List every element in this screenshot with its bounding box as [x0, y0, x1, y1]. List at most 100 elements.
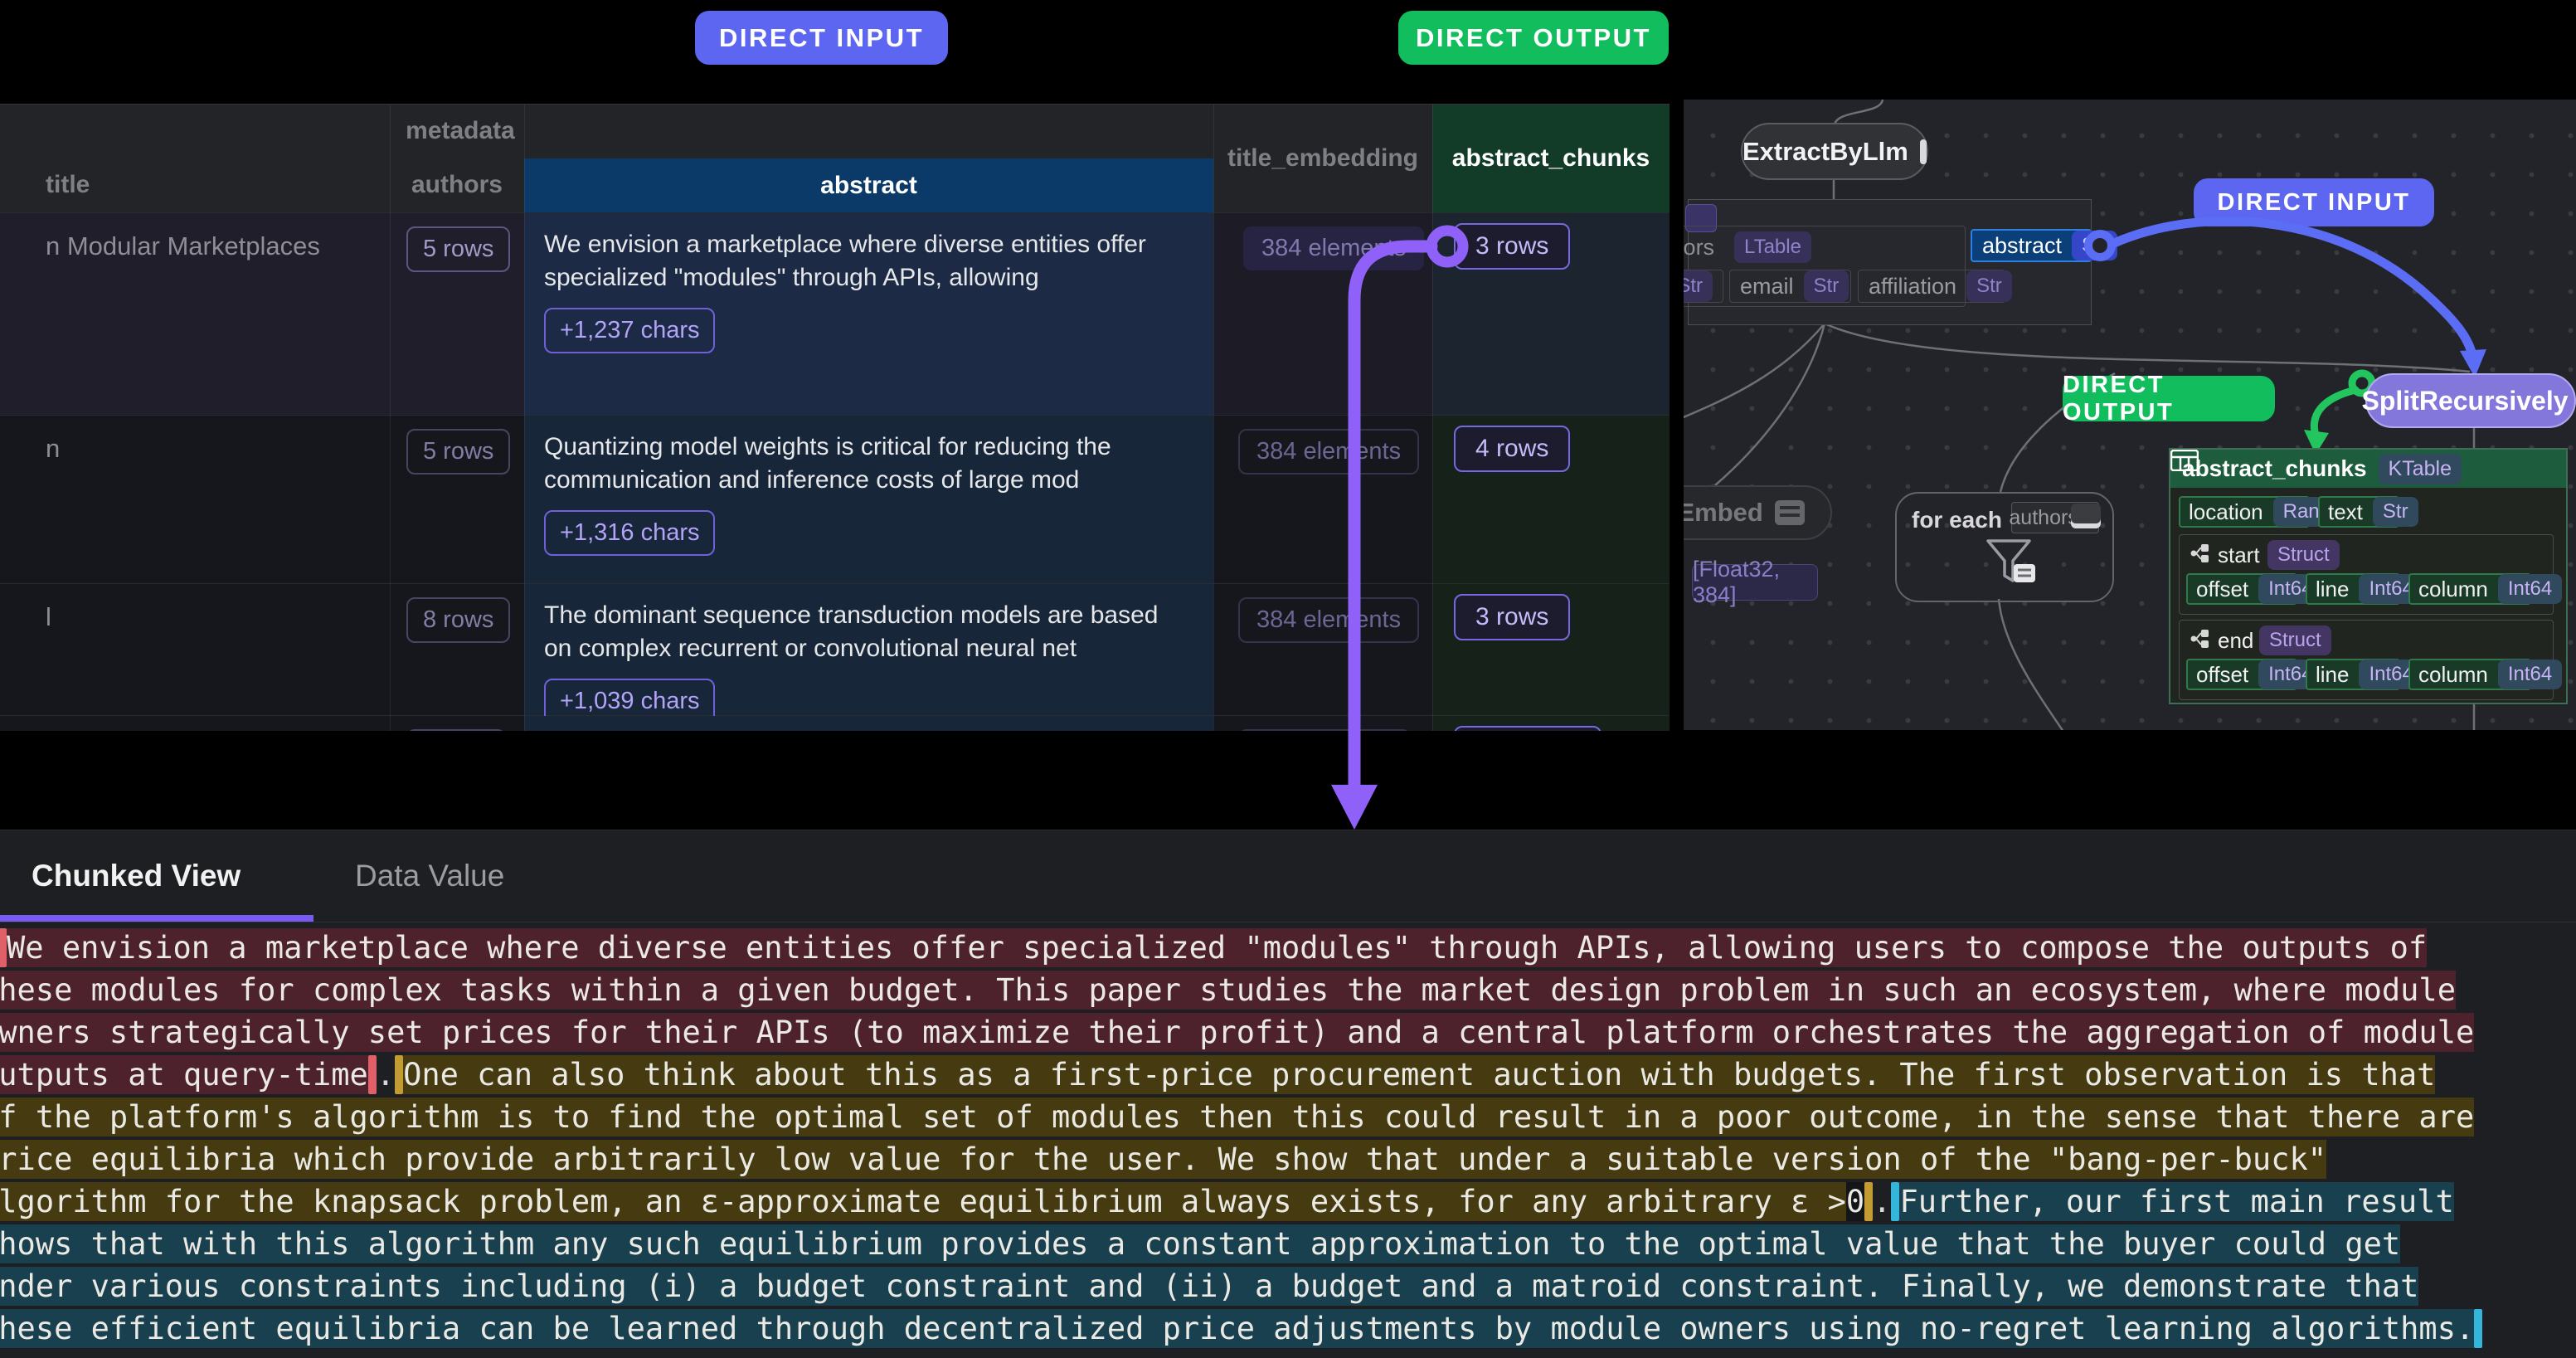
chunk-text-segment: .: [377, 1055, 395, 1094]
chunk-text-segment: Further, our first main result: [1899, 1182, 2453, 1221]
struct-end-group[interactable]: end Struct offset Int64 line Int64 colum…: [2179, 620, 2554, 700]
field-abstract[interactable]: abstract Str: [1971, 229, 2092, 262]
column-header-title[interactable]: title: [46, 171, 90, 199]
column-divider: [1432, 105, 1433, 731]
authors-rows-badge[interactable]: 8 rows: [406, 597, 510, 643]
chunk-line: these efficient equilibria can be learne…: [0, 1309, 2576, 1351]
struct-icon: [2190, 628, 2211, 650]
table-body: n Modular Marketplaces 5 rows We envisio…: [0, 212, 1670, 731]
field-label: offset: [2196, 577, 2248, 602]
field-name[interactable]: Str: [1684, 270, 1723, 303]
column-group-metadata[interactable]: metadata: [0, 117, 921, 145]
chunk-text-segment: We envision a marketplace where diverse …: [7, 928, 2427, 967]
ktable-header: abstract_chunks KTable: [2170, 450, 2566, 488]
embedding-elements-badge[interactable]: 384 elements: [1238, 429, 1419, 475]
chunk-line: shows that with this algorithm any such …: [0, 1224, 2576, 1267]
chunked-text: We envision a marketplace where diverse …: [0, 928, 2576, 1351]
field-line[interactable]: line Int64: [2306, 573, 2400, 605]
table-row[interactable]: n Modular Marketplaces 5 rows We envisio…: [0, 212, 1670, 415]
tab-chunked-view[interactable]: Chunked View: [32, 859, 241, 893]
chunk-text-segment: price equilibria which provide arbitrari…: [0, 1140, 2326, 1179]
struct-start-group[interactable]: start Struct offset Int64 line Int64 col…: [2179, 534, 2554, 615]
chunk-text-segment: these modules for complex tasks within a…: [0, 971, 2456, 1010]
field-offset[interactable]: offset Int64: [2186, 659, 2297, 690]
node-split-recursively[interactable]: SplitRecursively: [2365, 373, 2576, 428]
chunk-line: owners strategically set prices for thei…: [0, 1013, 2576, 1055]
column-header-abstract[interactable]: abstract: [524, 158, 1213, 212]
table-row[interactable]: l 8 rows The dominant sequence transduct…: [0, 583, 1670, 715]
type-badge: Struct: [2267, 540, 2340, 570]
abstract-more-chars-badge[interactable]: +1,237 chars: [544, 308, 715, 353]
table-row[interactable]: n 5 rows Quantizing model weights is cri…: [0, 415, 1670, 583]
chunks-rows-badge[interactable]: 3 rows: [1454, 594, 1570, 640]
cell-title: l: [0, 584, 390, 632]
field-location[interactable]: location Range: [2179, 496, 2310, 528]
field-label: abstract: [1982, 233, 2062, 259]
tab-data-value[interactable]: Data Value: [355, 859, 504, 893]
field-column[interactable]: column Int64: [2408, 659, 2531, 690]
cell-title: n Modular Marketplaces: [0, 213, 390, 261]
field-label: column: [2418, 662, 2488, 688]
chunk-start-marker: [0, 928, 7, 967]
type-badge: KTable: [2379, 454, 2462, 484]
field-label: authors: [1684, 235, 1714, 260]
type-badge: Int64: [2498, 660, 2562, 689]
column-header-authors[interactable]: authors: [390, 171, 524, 199]
direct-output-badge: DIRECT OUTPUT: [1398, 11, 1669, 65]
table-row[interactable]: [0, 715, 1670, 731]
column-divider: [1213, 105, 1214, 731]
type-badge: Str: [1684, 270, 1713, 302]
authors-rows-badge[interactable]: [406, 729, 506, 731]
node-extract-by-llm[interactable]: ExtractByLlm: [1741, 123, 1928, 180]
field-text[interactable]: text Str: [2318, 496, 2399, 528]
cell-title: [0, 716, 390, 731]
chunk-line: algorithm for the knapsack problem, an ε…: [0, 1182, 2576, 1224]
type-badge: Str: [1966, 270, 2012, 302]
chunk-end-marker: [1864, 1182, 1873, 1221]
embedding-elements-badge[interactable]: 384 elements: [1243, 226, 1424, 270]
chunk-start-marker: [1891, 1182, 1899, 1221]
column-divider: [524, 105, 525, 731]
field-label: location: [2189, 499, 2263, 525]
data-table: metadata title authors abstract title_em…: [0, 104, 1670, 731]
node-label: SplitRecursively: [2362, 386, 2569, 416]
field-column[interactable]: column Int64: [2408, 573, 2531, 605]
chunks-rows-badge[interactable]: 4 rows: [1454, 426, 1570, 472]
embedding-elements-badge[interactable]: [1238, 729, 1411, 731]
abstract-more-chars-badge[interactable]: +1,316 chars: [544, 510, 715, 556]
authors-rows-badge[interactable]: 5 rows: [406, 226, 510, 272]
chunk-line: if the platform's algorithm is to find t…: [0, 1098, 2576, 1140]
abstract-preview: The dominant sequence transduction model…: [524, 584, 1191, 665]
chunk-text-segment: these efficient equilibria can be learne…: [0, 1309, 2474, 1348]
pipeline-graph-canvas[interactable]: ExtractByLlm authors LTable Str email St…: [1684, 100, 2576, 730]
abstract-preview: Quantizing model weights is critical for…: [524, 416, 1191, 497]
chunks-rows-badge[interactable]: 3 rows: [1454, 223, 1570, 270]
field-line[interactable]: line Int64: [2306, 659, 2400, 690]
abstract-preview: [524, 716, 1191, 731]
field-email[interactable]: email Str: [1729, 270, 1851, 303]
type-badge: Struct: [2259, 625, 2331, 655]
embedding-elements-badge[interactable]: 384 elements: [1238, 597, 1419, 643]
chunk-text-segment: owners strategically set prices for thei…: [0, 1013, 2474, 1052]
direct-input-badge: DIRECT INPUT: [695, 11, 948, 65]
field-label: end: [2218, 628, 2253, 654]
field-label: start: [2218, 543, 2260, 568]
column-header-title-embedding[interactable]: title_embedding: [1213, 105, 1432, 212]
field-offset[interactable]: offset Int64: [2186, 573, 2297, 605]
field-label: text: [2328, 499, 2363, 525]
authors-rows-badge[interactable]: 5 rows: [406, 429, 510, 475]
direct-output-badge: DIRECT OUTPUT: [2063, 376, 2275, 421]
type-badge: LTable: [1734, 231, 1811, 263]
chunk-text-segment: .: [1873, 1182, 1891, 1221]
chunk-start-marker: [395, 1055, 403, 1094]
column-header-abstract-chunks[interactable]: abstract_chunks: [1432, 105, 1670, 212]
node-embed[interactable]: erEmbed: [1684, 485, 1832, 540]
field-affiliation[interactable]: affiliation Str: [1858, 270, 2005, 303]
node-for-each[interactable]: for each authors_2: [1895, 492, 2114, 602]
chunk-line: We envision a marketplace where diverse …: [0, 928, 2576, 971]
vector-type-badge: [Float32, 384]: [1692, 564, 1818, 601]
cell-title: n: [0, 416, 390, 464]
ktable-panel[interactable]: abstract_chunks KTable location Range te…: [2169, 448, 2568, 704]
chunks-rows-badge[interactable]: [1454, 726, 1601, 731]
chunk-end-marker: [368, 1055, 377, 1094]
